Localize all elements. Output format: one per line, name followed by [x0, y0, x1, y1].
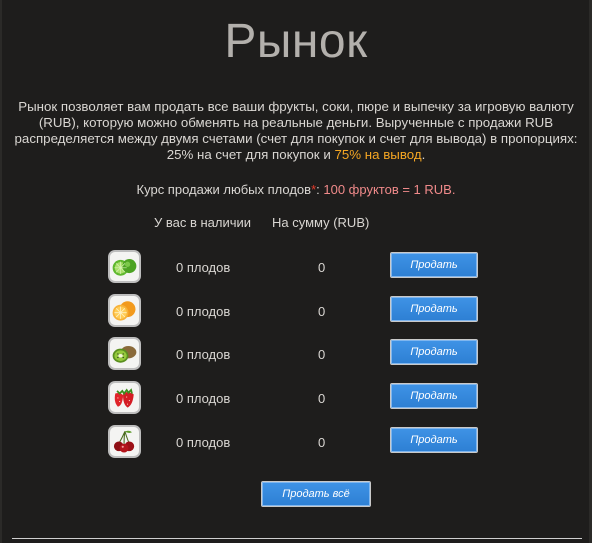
market-panel: Рынок Рынок позволяет вам продать все ва…: [0, 0, 592, 543]
fruit-sum: 0: [318, 260, 326, 275]
fruit-count: 0 плодов: [176, 391, 231, 406]
description-line-3: распределяется между двумя счетами (счет…: [14, 131, 578, 146]
lime-icon: [108, 250, 141, 283]
withdraw-share-highlight: 75% на вывод: [334, 147, 422, 162]
sell-lime-button[interactable]: Продать: [390, 252, 478, 278]
fruit-sum: 0: [318, 347, 326, 362]
fruit-count: 0 плодов: [176, 435, 231, 450]
description-line-1: Рынок позволяет вам продать все ваши фру…: [18, 99, 574, 114]
sell-cherry-button[interactable]: Продать: [390, 427, 478, 453]
fruit-sum: 0: [318, 391, 326, 406]
bottom-divider: [12, 538, 582, 539]
sell-rate: Курс продажи любых плодов*: 100 фруктов …: [0, 182, 592, 197]
fruit-sum: 0: [318, 435, 326, 450]
cherry-icon: [108, 425, 141, 458]
description-end: .: [421, 147, 426, 162]
rate-dot: .: [451, 182, 456, 197]
rate-label: Курс продажи любых плодов: [136, 182, 312, 197]
fruit-row-strawberry: 0 плодов 0 Продать: [0, 381, 592, 421]
market-description: Рынок позволяет вам продать все ваши фру…: [12, 99, 580, 163]
fruit-row-orange: 0 плодов 0 Продать: [0, 294, 592, 334]
sell-orange-button[interactable]: Продать: [390, 296, 478, 322]
page-title: Рынок: [224, 15, 368, 68]
fruit-sum: 0: [318, 304, 326, 319]
strawberry-icon: [108, 381, 141, 414]
sell-kiwi-button[interactable]: Продать: [390, 339, 478, 365]
column-header-sum: На сумму (RUB): [272, 215, 370, 230]
fruit-count: 0 плодов: [176, 304, 231, 319]
kiwi-icon: [108, 337, 141, 370]
sell-strawberry-button[interactable]: Продать: [390, 383, 478, 409]
fruit-row-cherry: 0 плодов 0 Продать: [0, 425, 592, 465]
column-header-available: У вас в наличии: [154, 215, 252, 230]
fruit-count: 0 плодов: [176, 347, 231, 362]
description-line-2: (RUB), которую можно обменять на реальны…: [38, 115, 554, 130]
rate-value: 100 фруктов = 1 RUB: [323, 182, 452, 197]
fruit-row-kiwi: 0 плодов 0 Продать: [0, 337, 592, 377]
sell-all-button[interactable]: Продать всё: [261, 481, 371, 507]
description-line-4: 25% на счет для покупок и 75% на вывод.: [12, 147, 580, 163]
description-split-text: 25% на счет для покупок и: [166, 147, 335, 162]
orange-icon: [108, 294, 141, 327]
fruit-row-lime: 0 плодов 0 Продать: [0, 250, 592, 290]
fruit-count: 0 плодов: [176, 260, 231, 275]
